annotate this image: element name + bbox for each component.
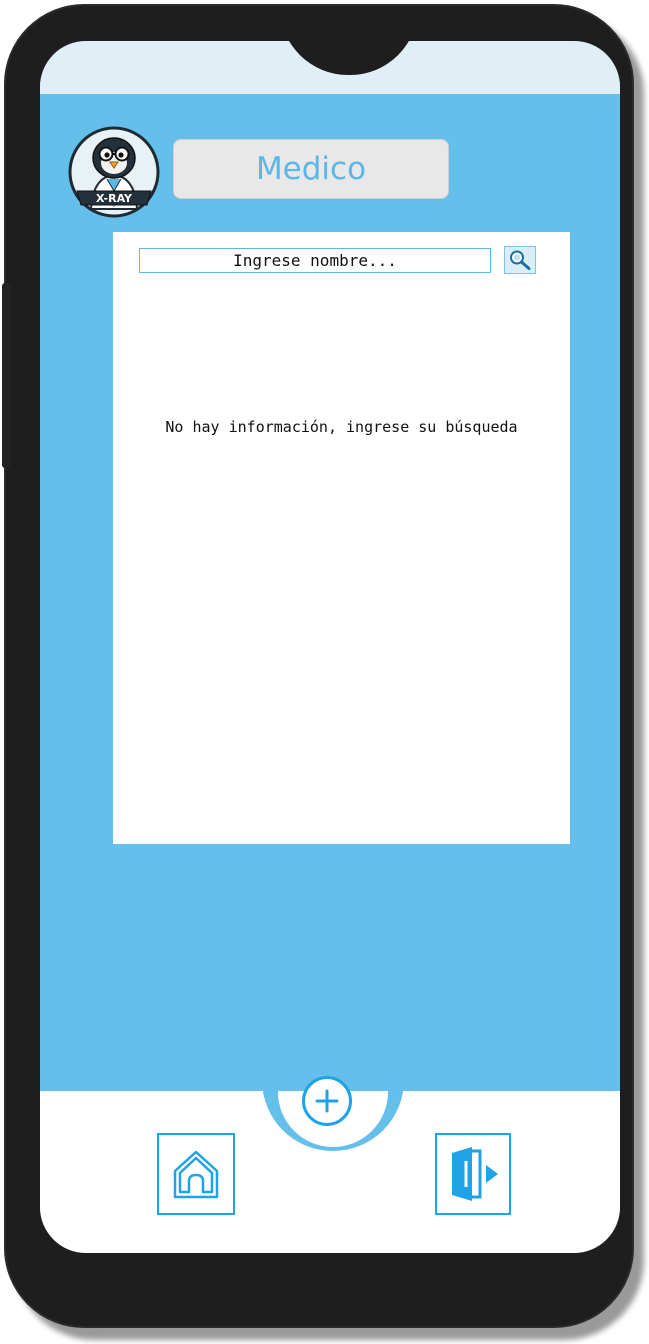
search-panel: No hay información, ingrese su búsqueda	[113, 232, 570, 844]
plus-circle-icon	[315, 1089, 339, 1113]
home-button[interactable]	[157, 1133, 235, 1215]
app-screen: X-RAY Medico No hay información, ingrese…	[40, 41, 620, 1253]
role-title-box: Medico	[173, 139, 449, 199]
empty-results-message: No hay información, ingrese su búsqueda	[165, 418, 518, 436]
logo-text: X-RAY	[96, 192, 133, 205]
search-name-input[interactable]	[139, 248, 491, 273]
search-button[interactable]	[504, 246, 536, 274]
role-title: Medico	[255, 151, 367, 187]
xray-penguin-logo: X-RAY	[67, 125, 161, 219]
add-button[interactable]	[302, 1076, 352, 1126]
phone-side-button	[2, 283, 11, 468]
magnifier-icon	[510, 250, 531, 270]
logout-button[interactable]	[435, 1133, 511, 1215]
logout-door-icon	[452, 1147, 498, 1201]
home-icon	[173, 1150, 219, 1199]
